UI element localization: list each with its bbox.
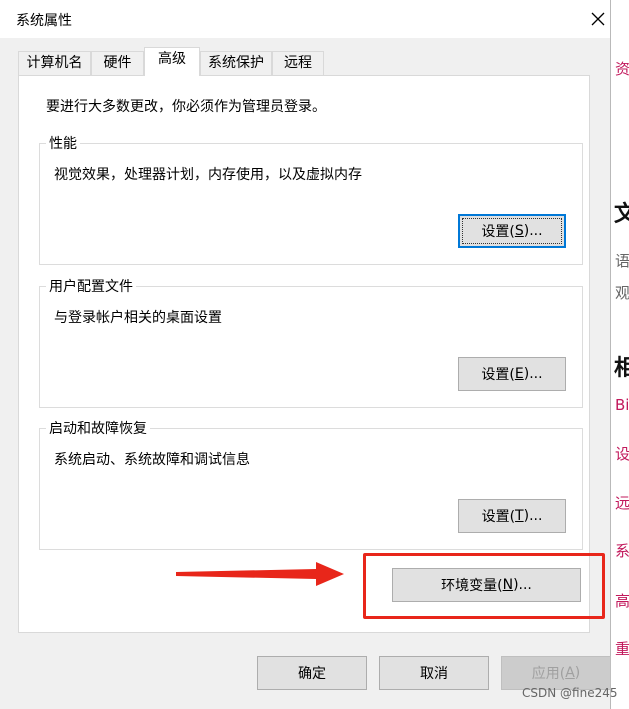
startup-recovery-settings-button[interactable]: 设置(T)... (458, 499, 566, 533)
user-profiles-group: 用户配置文件 与登录帐户相关的桌面设置 设置(E)... (39, 276, 583, 408)
startup-recovery-legend: 启动和故障恢复 (46, 418, 150, 438)
background-link[interactable]: 资 (615, 58, 629, 79)
background-heading: 文 (614, 202, 629, 227)
button-label-tail: ) (574, 665, 581, 681)
close-button[interactable] (585, 6, 611, 32)
annotation-arrow-icon (176, 562, 344, 586)
ok-button[interactable]: 确定 (257, 656, 367, 690)
admin-notice: 要进行大多数更改，你必须作为管理员登录。 (46, 99, 326, 115)
background-link[interactable]: 重 (615, 638, 629, 659)
button-label-tail: )... (523, 508, 543, 524)
tab-remote[interactable]: 远程 (272, 51, 324, 75)
cancel-button[interactable]: 取消 (379, 656, 489, 690)
tab-hardware[interactable]: 硬件 (91, 51, 144, 75)
startup-recovery-description: 系统启动、系统故障和调试信息 (54, 452, 250, 468)
user-profiles-settings-button[interactable]: 设置(E)... (458, 357, 566, 391)
button-label: 设置( (481, 367, 515, 383)
access-key: A (565, 665, 575, 681)
background-link[interactable]: 系 (615, 540, 629, 561)
advanced-tab-page: 要进行大多数更改，你必须作为管理员登录。 性能 视觉效果，处理器计划，内存使用，… (18, 75, 590, 633)
performance-legend: 性能 (46, 133, 80, 153)
access-key: T (515, 508, 524, 524)
background-link[interactable]: 远 (615, 492, 629, 513)
background-text: 观 (615, 284, 629, 302)
background-text: 语 (615, 252, 629, 270)
window-title: 系统属性 (16, 13, 72, 29)
focus-rectangle (462, 218, 562, 244)
button-label: 应用( (531, 666, 566, 682)
background-heading: 相 (614, 356, 629, 381)
background-window-right: 资 文 语 观 相 Bi 设 远 系 高 重 (611, 0, 629, 709)
performance-group: 性能 视觉效果，处理器计划，内存使用，以及虚拟内存 设置(S)... (39, 133, 583, 265)
watermark: CSDN @fine245 (522, 686, 618, 700)
tab-advanced[interactable]: 高级 (144, 47, 200, 76)
title-bar[interactable]: 系统属性 (0, 0, 610, 38)
button-label: 设置( (481, 509, 516, 525)
close-icon (591, 12, 605, 26)
background-link[interactable]: 高 (615, 590, 629, 611)
access-key: E (514, 366, 524, 382)
tab-system-protection[interactable]: 系统保护 (200, 51, 272, 75)
performance-settings-button[interactable]: 设置(S)... (458, 214, 566, 248)
background-link[interactable]: 设 (615, 443, 629, 464)
annotation-highlight-box (363, 553, 605, 619)
startup-recovery-group: 启动和故障恢复 系统启动、系统故障和调试信息 设置(T)... (39, 418, 583, 550)
performance-description: 视觉效果，处理器计划，内存使用，以及虚拟内存 (54, 167, 362, 183)
tab-computer-name[interactable]: 计算机名 (18, 51, 91, 75)
button-label-tail: )... (523, 366, 543, 382)
background-link[interactable]: Bi (615, 396, 629, 414)
user-profiles-description: 与登录帐户相关的桌面设置 (54, 310, 222, 326)
user-profiles-legend: 用户配置文件 (46, 276, 136, 296)
apply-button[interactable]: 应用(A) (501, 656, 611, 690)
